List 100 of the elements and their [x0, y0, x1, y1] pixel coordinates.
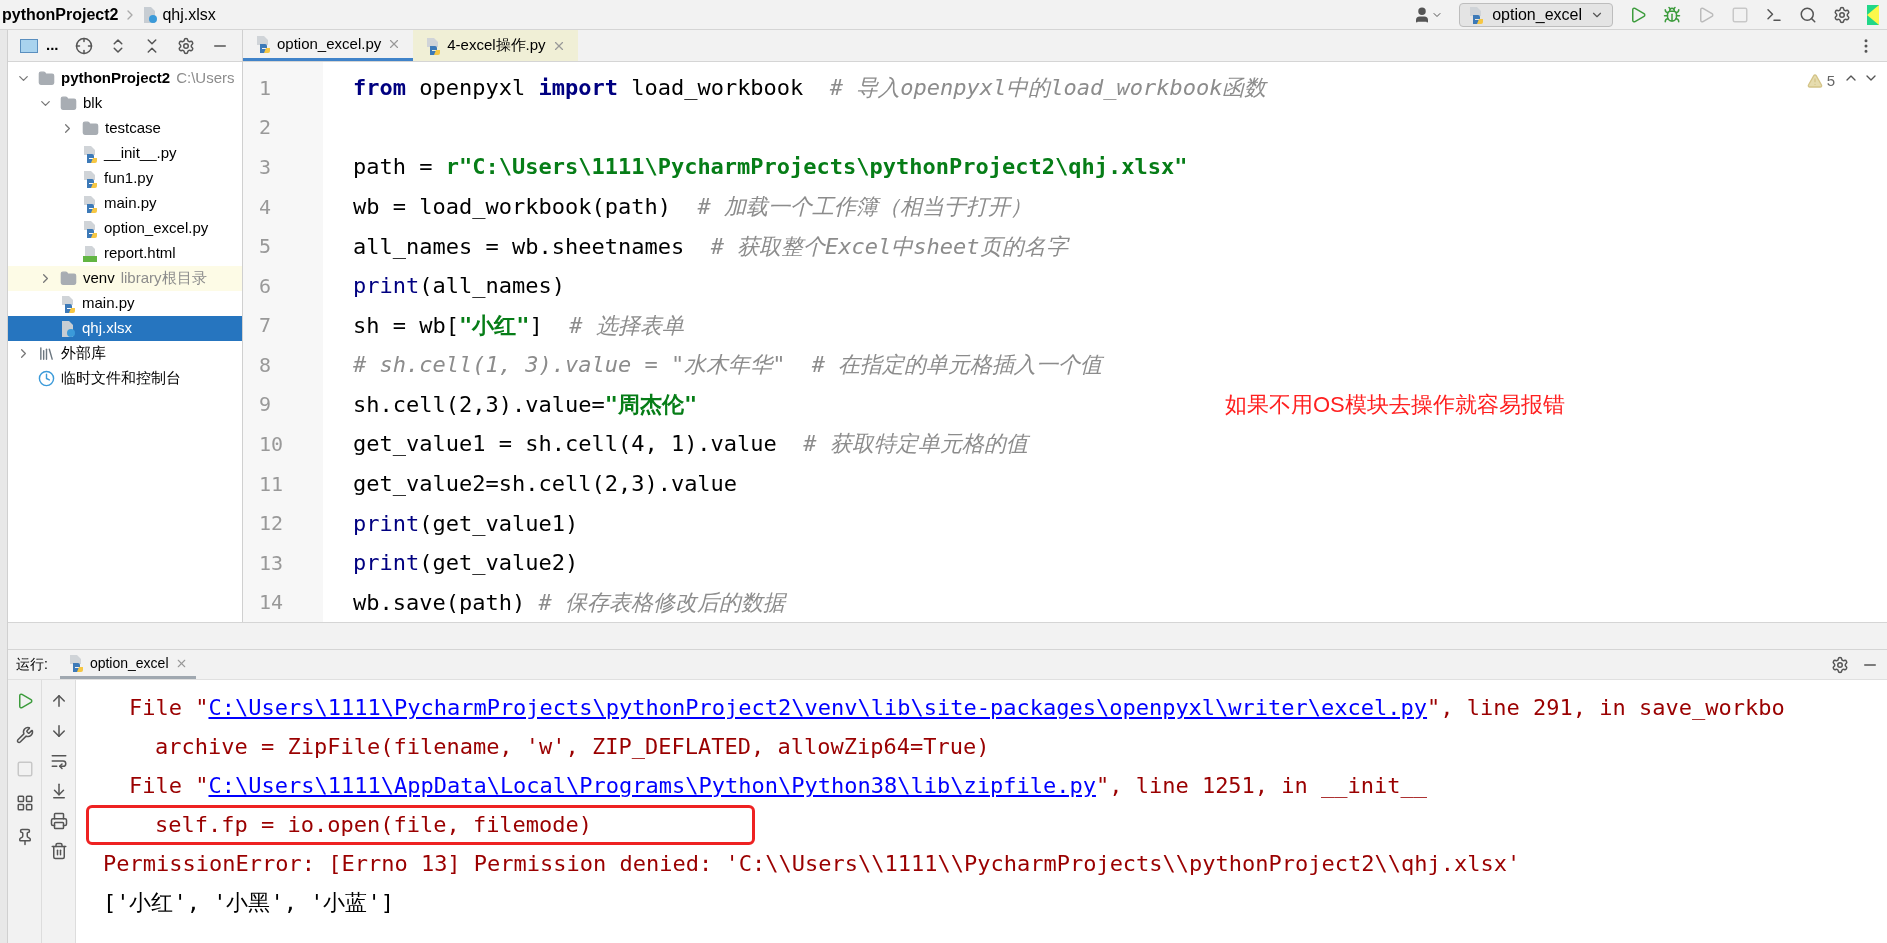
tree-item-label: 外部库: [61, 343, 106, 364]
tree-item-label: __init__.py: [104, 143, 177, 164]
settings-icon[interactable]: [1831, 655, 1849, 674]
tree-item[interactable]: 外部库: [8, 341, 242, 366]
tree-item[interactable]: main.py: [8, 291, 242, 316]
line-number: 1: [259, 74, 272, 102]
breadcrumb-item[interactable]: qhj.xlsx: [162, 2, 216, 27]
tree-item[interactable]: main.py: [8, 191, 242, 216]
horizontal-scrollbar[interactable]: [8, 622, 1887, 650]
tree-item[interactable]: report.html: [8, 241, 242, 266]
editor-tab[interactable]: 4-excel操作.py: [413, 30, 578, 61]
window-icon: [20, 38, 38, 53]
console-line: ['小红', '小黑', '小蓝']: [103, 889, 394, 917]
code-line: print(all_names): [353, 272, 565, 301]
line-number: 10: [259, 431, 284, 458]
line-number: 12: [259, 510, 284, 538]
tree-item-hint: C:\Users: [176, 68, 235, 89]
folder-icon: [60, 95, 77, 112]
wrench-icon[interactable]: [15, 726, 34, 744]
tree-item-label: testcase: [105, 118, 161, 139]
tree-item-label: venv: [83, 268, 115, 289]
line-number: 14: [259, 589, 284, 617]
tree-item-label: fun1.py: [104, 168, 154, 189]
code-line: get_value1 = sh.cell(4, 1).value # 获取特定单元格的值: [353, 430, 1028, 459]
folder-icon: [82, 120, 99, 137]
python-file-icon: [60, 294, 76, 313]
tree-item-label: main.py: [104, 193, 157, 214]
tree-item[interactable]: pythonProject2 C:\Users: [8, 66, 242, 91]
app-logo-icon: [1867, 4, 1879, 25]
locate-icon[interactable]: [74, 36, 93, 55]
line-number: 7: [259, 312, 272, 340]
code-line: wb = load_workbook(path) # 加载一个工作簿（相当于打开）: [353, 193, 1032, 221]
python-file-icon: [82, 144, 98, 163]
library-icon: [38, 345, 55, 362]
tree-item[interactable]: fun1.py: [8, 166, 242, 191]
console-line: archive = ZipFile(filename, 'w', ZIP_DEFLATED, allowZip64=True): [154, 733, 990, 761]
line-number: 11: [259, 470, 284, 498]
line-number: 4: [259, 193, 272, 221]
python-file-icon: [82, 194, 98, 213]
line-number: 5: [259, 233, 272, 261]
python-file-icon: [425, 36, 442, 55]
line-number: 8: [259, 351, 272, 379]
tree-item-label: blk: [83, 93, 103, 114]
console-line: self.fp = io.open(file, filemode): [154, 811, 593, 839]
html-file-icon: [82, 244, 98, 263]
python-file-icon: [255, 35, 271, 53]
folder-icon: [60, 270, 77, 287]
tree-item[interactable]: blk: [8, 91, 242, 116]
python-file-icon: [82, 169, 98, 188]
code-line: # sh.cell(1, 3).value = "水木年华" # 在指定的单元格插入一个值: [353, 351, 1103, 380]
code-line: from openpyxl import load_workbook # 导入openpyxl中的load_workbook函数: [353, 74, 1267, 103]
project-view-dropdown[interactable]: ...: [20, 34, 59, 57]
scratches-icon: [38, 370, 55, 387]
unknown-file-icon: [142, 5, 159, 24]
tree-item-label: main.py: [82, 293, 135, 314]
trash-icon[interactable]: [49, 842, 68, 860]
breadcrumb-item[interactable]: pythonProject2: [2, 2, 119, 27]
python-icon: [67, 654, 84, 672]
run-config-dropdown[interactable]: option_excel: [1459, 2, 1613, 27]
code-line: print(get_value1): [353, 509, 579, 538]
code-line: print(get_value2): [353, 549, 579, 578]
unknown-file-icon: [60, 319, 76, 338]
run-tab[interactable]: option_excel: [59, 650, 196, 679]
code-line: sh = wb["小红"] # 选择表单: [353, 311, 684, 340]
run-label: 运行:: [16, 655, 48, 674]
code-line: sh.cell(2,3).value="周杰伦": [353, 390, 698, 419]
folder-icon: [38, 70, 55, 87]
annotation-text: 如果不用OS模块去操作就容易报错: [1225, 391, 1565, 419]
code-line: get_value2=sh.cell(2,3).value: [353, 470, 738, 499]
code-line: path = r"C:\Users\1111\PycharmProjects\pythonProject2\qhj.xlsx": [353, 153, 1188, 182]
line-number: 2: [259, 114, 272, 142]
tree-item-label: option_excel.py: [104, 218, 209, 239]
print-icon[interactable]: [49, 812, 68, 830]
line-number: 3: [259, 153, 272, 181]
settings-icon[interactable]: [176, 36, 195, 55]
console-line: File "C:\Users\1111\AppData\Local\Programs\Python\Python38\lib\zipfile.py", line 1251, in __init__: [128, 772, 1428, 800]
search-icon[interactable]: [1799, 5, 1817, 24]
settings-icon[interactable]: [1833, 5, 1851, 24]
soft-wrap-icon[interactable]: [49, 752, 68, 770]
tree-item[interactable]: 临时文件和控制台: [8, 366, 242, 391]
line-number: 9: [259, 391, 272, 419]
debug-icon[interactable]: [1663, 5, 1681, 24]
warning-count[interactable]: 5: [1826, 70, 1835, 93]
line-number: 6: [259, 272, 272, 300]
tree-item[interactable]: qhj.xlsx: [8, 316, 242, 341]
tree-item-hint: library根目录: [120, 268, 207, 289]
tree-item-label: report.html: [104, 243, 176, 264]
tree-item[interactable]: venv library根目录: [8, 266, 242, 291]
code-line: wb.save(path) # 保存表格修改后的数据: [353, 588, 785, 617]
layout-icon[interactable]: [15, 794, 34, 812]
tree-item-label: 临时文件和控制台: [61, 368, 181, 389]
tree-item[interactable]: testcase: [8, 116, 242, 141]
tree-item-label: pythonProject2: [61, 68, 171, 89]
user-menu-button[interactable]: [1413, 5, 1444, 24]
tree-item[interactable]: option_excel.py: [8, 216, 242, 241]
run-icon[interactable]: [1629, 5, 1647, 24]
python-icon: [1468, 5, 1485, 24]
tree-item[interactable]: __init__.py: [8, 141, 242, 166]
console-line: File "C:\Users\1111\PycharmProjects\pythonProject2\venv\lib\site-packages\openpyxl\writer\excel.py", line 291, in save_workbo: [128, 694, 1785, 722]
python-file-icon: [82, 219, 98, 238]
